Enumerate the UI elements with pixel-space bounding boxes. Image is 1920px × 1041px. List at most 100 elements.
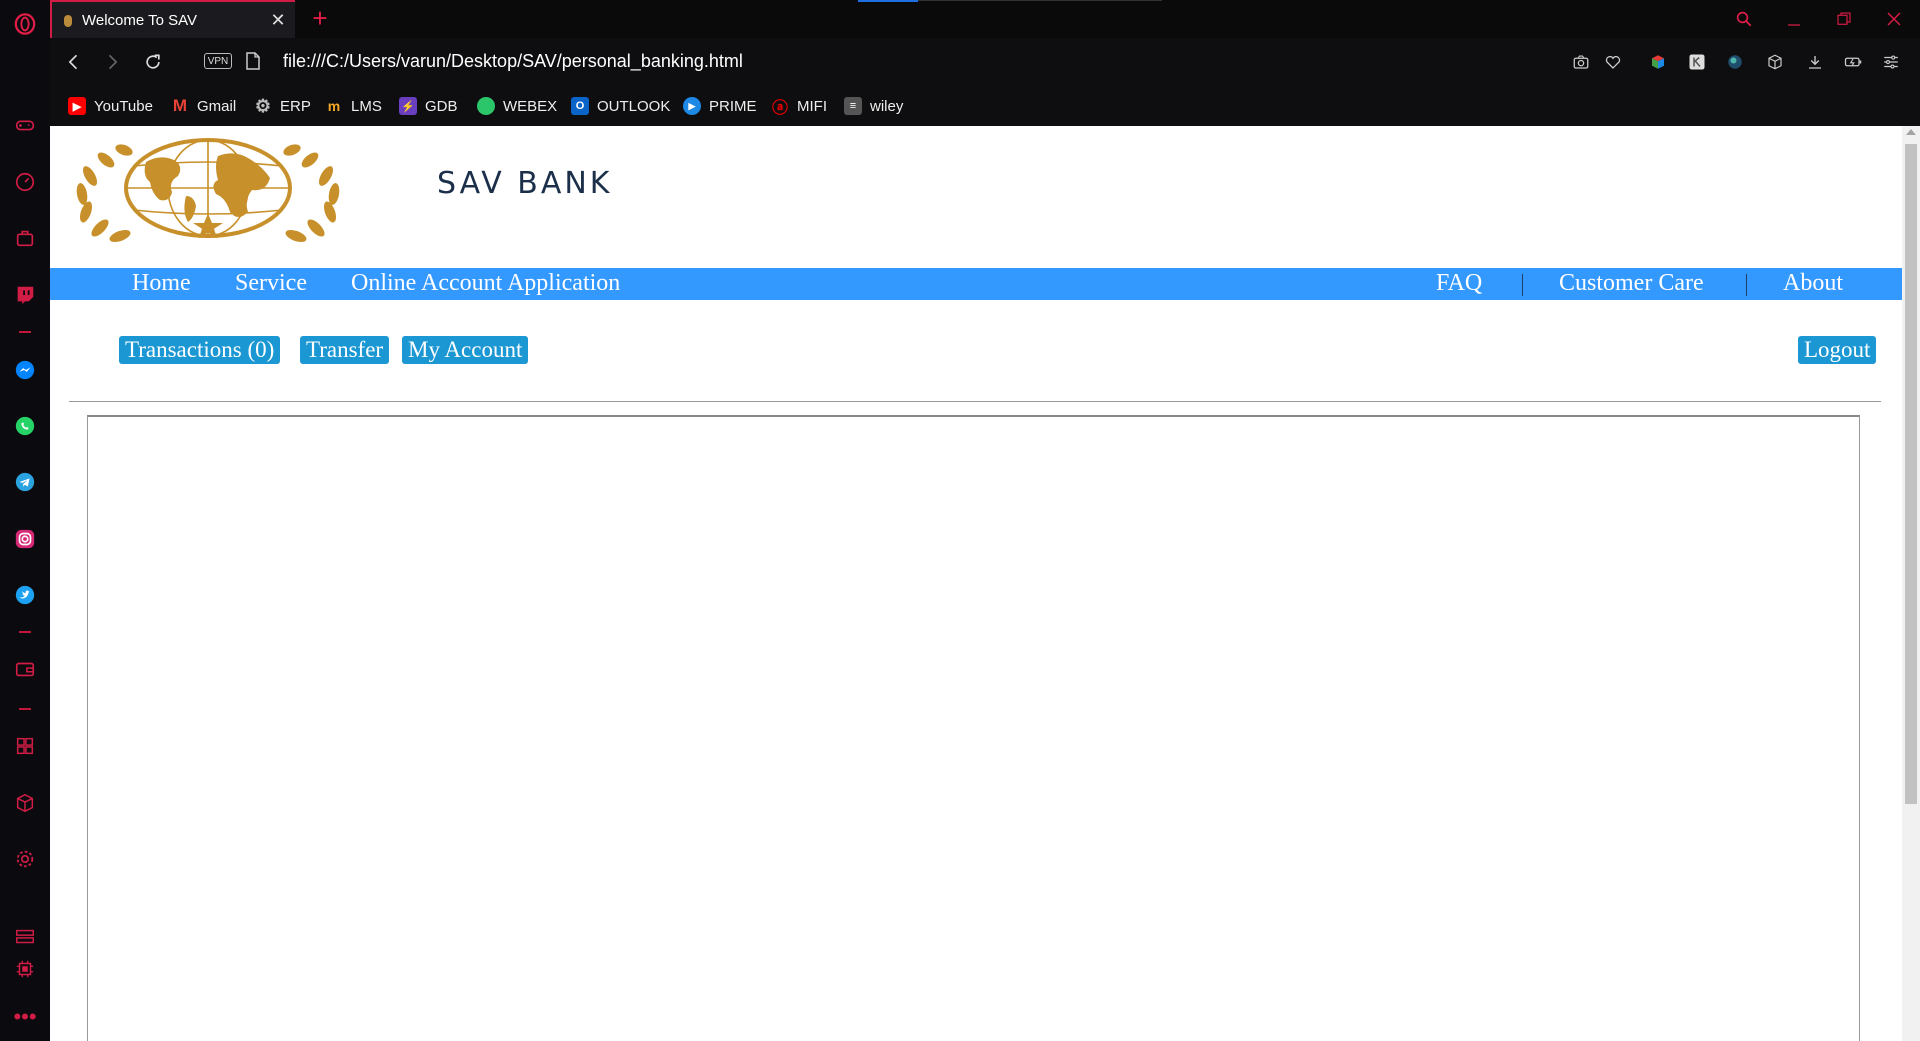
forward-arrow-icon[interactable]: [100, 50, 124, 74]
horizontal-divider: [69, 401, 1881, 402]
extension-cube-color-icon[interactable]: [1647, 51, 1669, 73]
tab-bar: Welcome To SAV ✕ +: [50, 0, 1920, 38]
telegram-icon[interactable]: [13, 470, 37, 494]
battery-saver-icon[interactable]: [1842, 51, 1864, 73]
bookmark-label: WEBEX: [503, 97, 558, 115]
cube-icon[interactable]: [13, 791, 37, 815]
nav-online-account-application[interactable]: Online Account Application: [351, 270, 620, 297]
more-dots-icon[interactable]: •••: [13, 1005, 37, 1029]
camera-icon[interactable]: [1570, 51, 1592, 73]
outlook-icon: O: [571, 97, 589, 115]
url-field[interactable]: file:///C:/Users/varun/Desktop/SAV/perso…: [283, 51, 743, 72]
tab-indicator: [858, 0, 918, 2]
favicon-icon: [64, 15, 72, 27]
easy-setup-icon[interactable]: [1880, 51, 1902, 73]
active-tab[interactable]: Welcome To SAV ✕: [50, 0, 295, 38]
address-bar: VPN file:///C:/Users/varun/Desktop/SAV/p…: [50, 38, 1920, 86]
messenger-icon[interactable]: [13, 358, 37, 382]
gmail-icon: M: [172, 96, 188, 115]
prime-icon: ▶: [683, 97, 701, 115]
ram-monitor-icon[interactable]: [13, 925, 37, 949]
logout-button[interactable]: Logout: [1798, 336, 1877, 364]
bookmark-label: OUTLOOK: [597, 97, 671, 115]
page-viewport: SAV BANK Home Service Online Account App…: [50, 126, 1920, 1041]
bookmark-lms[interactable]: m LMS: [325, 94, 382, 118]
youtube-icon: ▶: [68, 97, 86, 115]
bookmark-erp[interactable]: ⚙ ERP: [254, 94, 311, 118]
lms-icon: m: [327, 98, 341, 114]
close-tab-icon[interactable]: ✕: [269, 11, 287, 29]
tab-title: Welcome To SAV: [82, 12, 198, 29]
new-tab-plus-icon[interactable]: +: [306, 4, 334, 32]
bookmark-label: wiley: [870, 97, 904, 115]
opera-logo-icon[interactable]: [13, 12, 37, 36]
tab-indicator-track: [918, 0, 1162, 1]
search-tabs-icon[interactable]: [1731, 6, 1757, 32]
bank-header: SAV BANK: [50, 126, 1902, 268]
extension-k-icon[interactable]: [1686, 51, 1708, 73]
bookmark-label: LMS: [351, 97, 382, 115]
nav-customer-care[interactable]: Customer Care: [1559, 270, 1704, 297]
nav-home[interactable]: Home: [132, 270, 191, 297]
gamepad-icon[interactable]: [13, 113, 37, 137]
bookmark-webex[interactable]: WEBEX: [477, 94, 557, 118]
my-account-button[interactable]: My Account: [402, 336, 529, 364]
extensions-cube-icon[interactable]: [1764, 51, 1786, 73]
bookmark-prime[interactable]: ▶ PRIME: [683, 94, 757, 118]
close-window-icon[interactable]: [1881, 6, 1907, 32]
bookmark-outlook[interactable]: O OUTLOOK: [571, 94, 670, 118]
content-iframe[interactable]: [87, 415, 1860, 1041]
cpu-monitor-icon[interactable]: [13, 957, 37, 981]
bookmark-label: Gmail: [197, 97, 237, 115]
heart-icon[interactable]: [1602, 51, 1624, 73]
whatsapp-icon[interactable]: [13, 414, 37, 438]
bookmark-gmail[interactable]: M Gmail: [171, 94, 236, 118]
sidebar-separator: [19, 631, 31, 633]
reload-icon[interactable]: [141, 50, 165, 74]
twitter-icon[interactable]: [13, 583, 37, 607]
wiley-icon: ≡: [844, 97, 862, 115]
airtel-icon: ⓐ: [771, 100, 788, 117]
instagram-icon[interactable]: [13, 527, 37, 551]
gear-icon: ⚙: [254, 95, 272, 116]
bag-icon[interactable]: [13, 226, 37, 250]
scroll-up-arrow-icon[interactable]: [1906, 129, 1916, 135]
minimize-icon[interactable]: [1781, 6, 1807, 32]
restore-icon[interactable]: [1831, 6, 1857, 32]
bookmark-label: PRIME: [709, 97, 757, 115]
opera-sidebar: •••: [0, 0, 50, 1041]
nav-faq[interactable]: FAQ: [1436, 270, 1482, 297]
back-arrow-icon[interactable]: [62, 50, 86, 74]
nav-separator: [1522, 274, 1523, 296]
bookmark-label: YouTube: [94, 97, 153, 115]
vpn-badge[interactable]: VPN: [204, 53, 232, 69]
vertical-scrollbar[interactable]: [1902, 126, 1920, 1041]
bank-logo-globe-laurel: [76, 138, 340, 243]
extensions-grid-icon[interactable]: [13, 734, 37, 758]
transfer-button[interactable]: Transfer: [300, 336, 390, 364]
bookmark-gdb[interactable]: ⚡ GDB: [399, 94, 458, 118]
extension-orb-icon[interactable]: [1724, 51, 1746, 73]
speedometer-icon[interactable]: [13, 170, 37, 194]
page-info-icon[interactable]: [246, 52, 260, 70]
gdb-icon: ⚡: [399, 97, 417, 115]
sidebar-separator: [19, 708, 31, 710]
bookmark-mifi[interactable]: ⓐ MIFI: [771, 94, 827, 118]
bookmark-label: GDB: [425, 97, 458, 115]
bookmark-label: ERP: [280, 97, 311, 115]
bank-name-title: SAV BANK: [437, 166, 613, 201]
bookmark-label: MIFI: [797, 97, 827, 115]
download-icon[interactable]: [1804, 51, 1826, 73]
webex-icon: [477, 97, 495, 115]
transactions-button[interactable]: Transactions (0): [119, 336, 281, 364]
nav-separator: [1746, 274, 1747, 296]
nav-service[interactable]: Service: [235, 270, 307, 297]
nav-about[interactable]: About: [1783, 270, 1843, 297]
settings-gear-icon[interactable]: [13, 847, 37, 871]
wallet-icon[interactable]: [13, 657, 37, 681]
sidebar-separator: [19, 331, 31, 333]
scrollbar-thumb[interactable]: [1905, 144, 1917, 804]
twitch-icon[interactable]: [13, 283, 37, 307]
bookmark-youtube[interactable]: ▶ YouTube: [68, 94, 153, 118]
bookmark-wiley[interactable]: ≡ wiley: [844, 94, 903, 118]
